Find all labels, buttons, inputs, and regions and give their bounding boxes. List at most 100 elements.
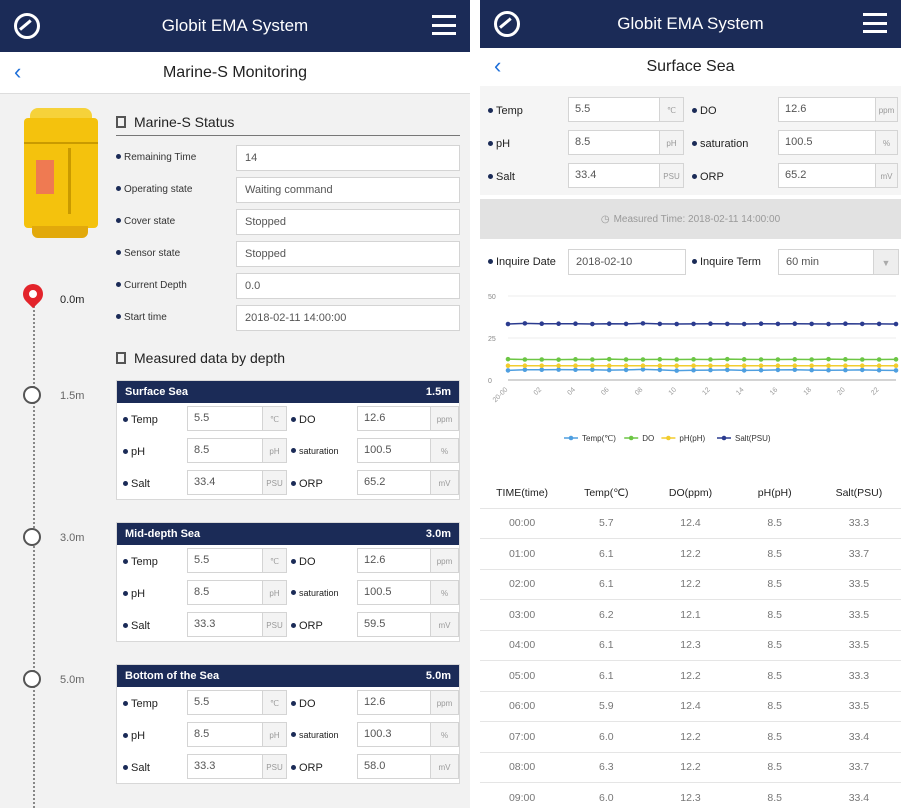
- orp-unit: mV: [431, 470, 459, 495]
- table-cell: 00:00: [508, 517, 536, 530]
- data-point: [539, 363, 545, 369]
- status-row: Start time 2018-02-11 14:00:00: [116, 305, 460, 331]
- saturation-label: saturation: [291, 446, 339, 456]
- data-point: [522, 363, 528, 369]
- salt-unit: PSU: [263, 612, 287, 637]
- legend-label: Salt(PSU): [735, 434, 771, 443]
- panel-depth: 1.5m: [425, 386, 451, 398]
- inquire-row: Inquire Date 2018-02-10 Inquire Term 60 …: [480, 239, 901, 285]
- table-row: 01:00 6.1 12.2 8.5 33.7: [480, 539, 901, 570]
- back-arrow-icon[interactable]: ‹: [14, 61, 21, 83]
- data-point: [539, 367, 545, 373]
- inquire-date-input[interactable]: 2018-02-10: [568, 249, 686, 275]
- depth-node[interactable]: [23, 386, 41, 404]
- table-header: TIME(time) Temp(℃) DO(ppm) pH(pH) Salt(PSU): [480, 478, 901, 509]
- panel-header[interactable]: Mid-depth Sea 3.0m: [117, 523, 459, 545]
- inquire-term-select[interactable]: 60 min: [778, 249, 874, 275]
- data-point: [674, 368, 679, 373]
- monitoring-screen: Globit EMA System ‹ Marine-S Monitoring …: [0, 0, 470, 808]
- data-point: [691, 321, 696, 327]
- table-cell: 33.3: [848, 517, 870, 530]
- data-point: [859, 357, 865, 362]
- data-point: [623, 357, 629, 362]
- reading-row: Temp 5.5 ℃ DO 12.6 ppm: [117, 545, 459, 577]
- salt-unit: PSU: [263, 754, 287, 779]
- table-cell: 33.5: [848, 700, 870, 713]
- table-row: 02:00 6.1 12.2 8.5 33.5: [480, 570, 901, 600]
- data-point: [556, 363, 561, 369]
- hamburger-menu-icon[interactable]: [432, 15, 456, 35]
- data-point: [758, 321, 764, 327]
- data-point: [606, 321, 612, 327]
- x-tick-label: 18: [803, 386, 814, 397]
- temp-label: Temp: [488, 105, 523, 117]
- data-point: [674, 321, 679, 327]
- table-cell: 6.1: [599, 669, 614, 682]
- reading-row: pH 8.5 pH saturation 100.5 %: [117, 435, 459, 467]
- data-point: [691, 357, 696, 362]
- data-point: [725, 367, 730, 373]
- status-value: Waiting command: [236, 177, 460, 203]
- depth-node[interactable]: [23, 670, 41, 688]
- do-value: 12.6: [778, 97, 876, 122]
- y-tick-label: 50: [488, 294, 496, 301]
- table-cell: 8.5: [767, 700, 783, 713]
- panel-header[interactable]: Surface Sea 1.5m: [117, 381, 459, 403]
- do-label: DO: [291, 414, 316, 426]
- data-point: [590, 367, 595, 373]
- temp-unit: ℃: [263, 548, 287, 573]
- orp-unit: mV: [431, 612, 459, 637]
- orp-label: ORP: [291, 478, 323, 490]
- data-point: [893, 368, 899, 373]
- table-cell: 6.1: [599, 578, 614, 591]
- clock-icon: ◷: [600, 213, 610, 225]
- hamburger-menu-icon[interactable]: [863, 13, 887, 33]
- table-cell: 33.4: [848, 791, 870, 804]
- orp-unit: mV: [876, 163, 898, 188]
- depth-label: 5.0m: [60, 674, 85, 686]
- data-point: [505, 363, 511, 369]
- saturation-value: 100.3: [357, 722, 431, 747]
- depth-label: 1.5m: [60, 390, 85, 402]
- data-point: [573, 321, 578, 327]
- status-row: Sensor state Stopped: [116, 241, 460, 267]
- x-tick-label: 02: [533, 386, 544, 397]
- data-point: [758, 357, 764, 362]
- ph-unit: pH: [263, 580, 287, 605]
- column-header: TIME(time): [496, 486, 549, 499]
- back-arrow-icon[interactable]: ‹: [494, 55, 501, 77]
- table-cell: 12.2: [680, 547, 701, 560]
- salt-label: Salt: [488, 171, 515, 183]
- status-label: Sensor state: [116, 248, 180, 259]
- panel-title: Surface Sea: [125, 386, 188, 398]
- app-title: Globit EMA System: [161, 16, 309, 35]
- table-cell: 05:00: [508, 669, 536, 682]
- chevron-down-icon[interactable]: ▼: [873, 249, 899, 275]
- reading-row: pH 8.5 pH saturation 100.5 %: [480, 127, 901, 160]
- temp-label: Temp: [123, 414, 158, 426]
- reading-row: Temp 5.5 ℃ DO 12.6 ppm: [117, 403, 459, 435]
- table-cell: 12.2: [680, 761, 701, 774]
- salt-unit: PSU: [660, 163, 684, 188]
- data-point: [893, 321, 899, 327]
- data-point: [556, 321, 561, 327]
- x-tick-label: 20: [836, 386, 847, 397]
- data-point: [826, 321, 831, 327]
- surface-sea-screen: Globit EMA System ‹ Surface Sea Temp 5.5…: [480, 0, 901, 808]
- depth-node[interactable]: [23, 528, 41, 546]
- inquire-date-label: Inquire Date: [488, 256, 556, 268]
- document-icon: [116, 352, 126, 364]
- app-header: Globit EMA System: [0, 0, 470, 52]
- table-cell: 6.1: [599, 547, 614, 560]
- data-point: [522, 357, 528, 362]
- data-point: [741, 368, 747, 373]
- data-point: [843, 367, 848, 373]
- data-point: [741, 321, 747, 327]
- measured-section-title: Measured data by depth: [116, 350, 285, 366]
- data-point: [758, 363, 764, 369]
- table-cell: 33.4: [848, 730, 870, 743]
- status-label: Start time: [116, 312, 167, 323]
- orp-value: 65.2: [357, 470, 431, 495]
- table-row: 09:00 6.0 12.3 8.5 33.4: [480, 783, 901, 808]
- panel-header[interactable]: Bottom of the Sea 5.0m: [117, 665, 459, 687]
